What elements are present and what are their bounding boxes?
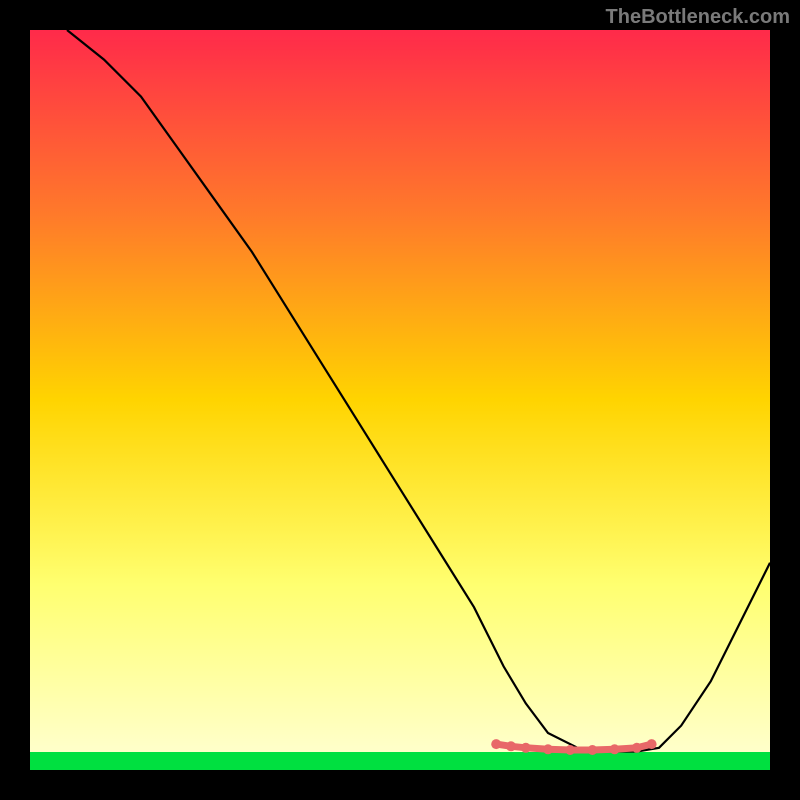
watermark-label: TheBottleneck.com bbox=[606, 6, 790, 29]
bottleneck-curve bbox=[67, 30, 770, 752]
curve-layer bbox=[30, 30, 770, 770]
optimal-range-markers bbox=[491, 739, 656, 755]
plot-area bbox=[30, 30, 770, 770]
chart-outer: TheBottleneck.com bbox=[0, 0, 800, 800]
